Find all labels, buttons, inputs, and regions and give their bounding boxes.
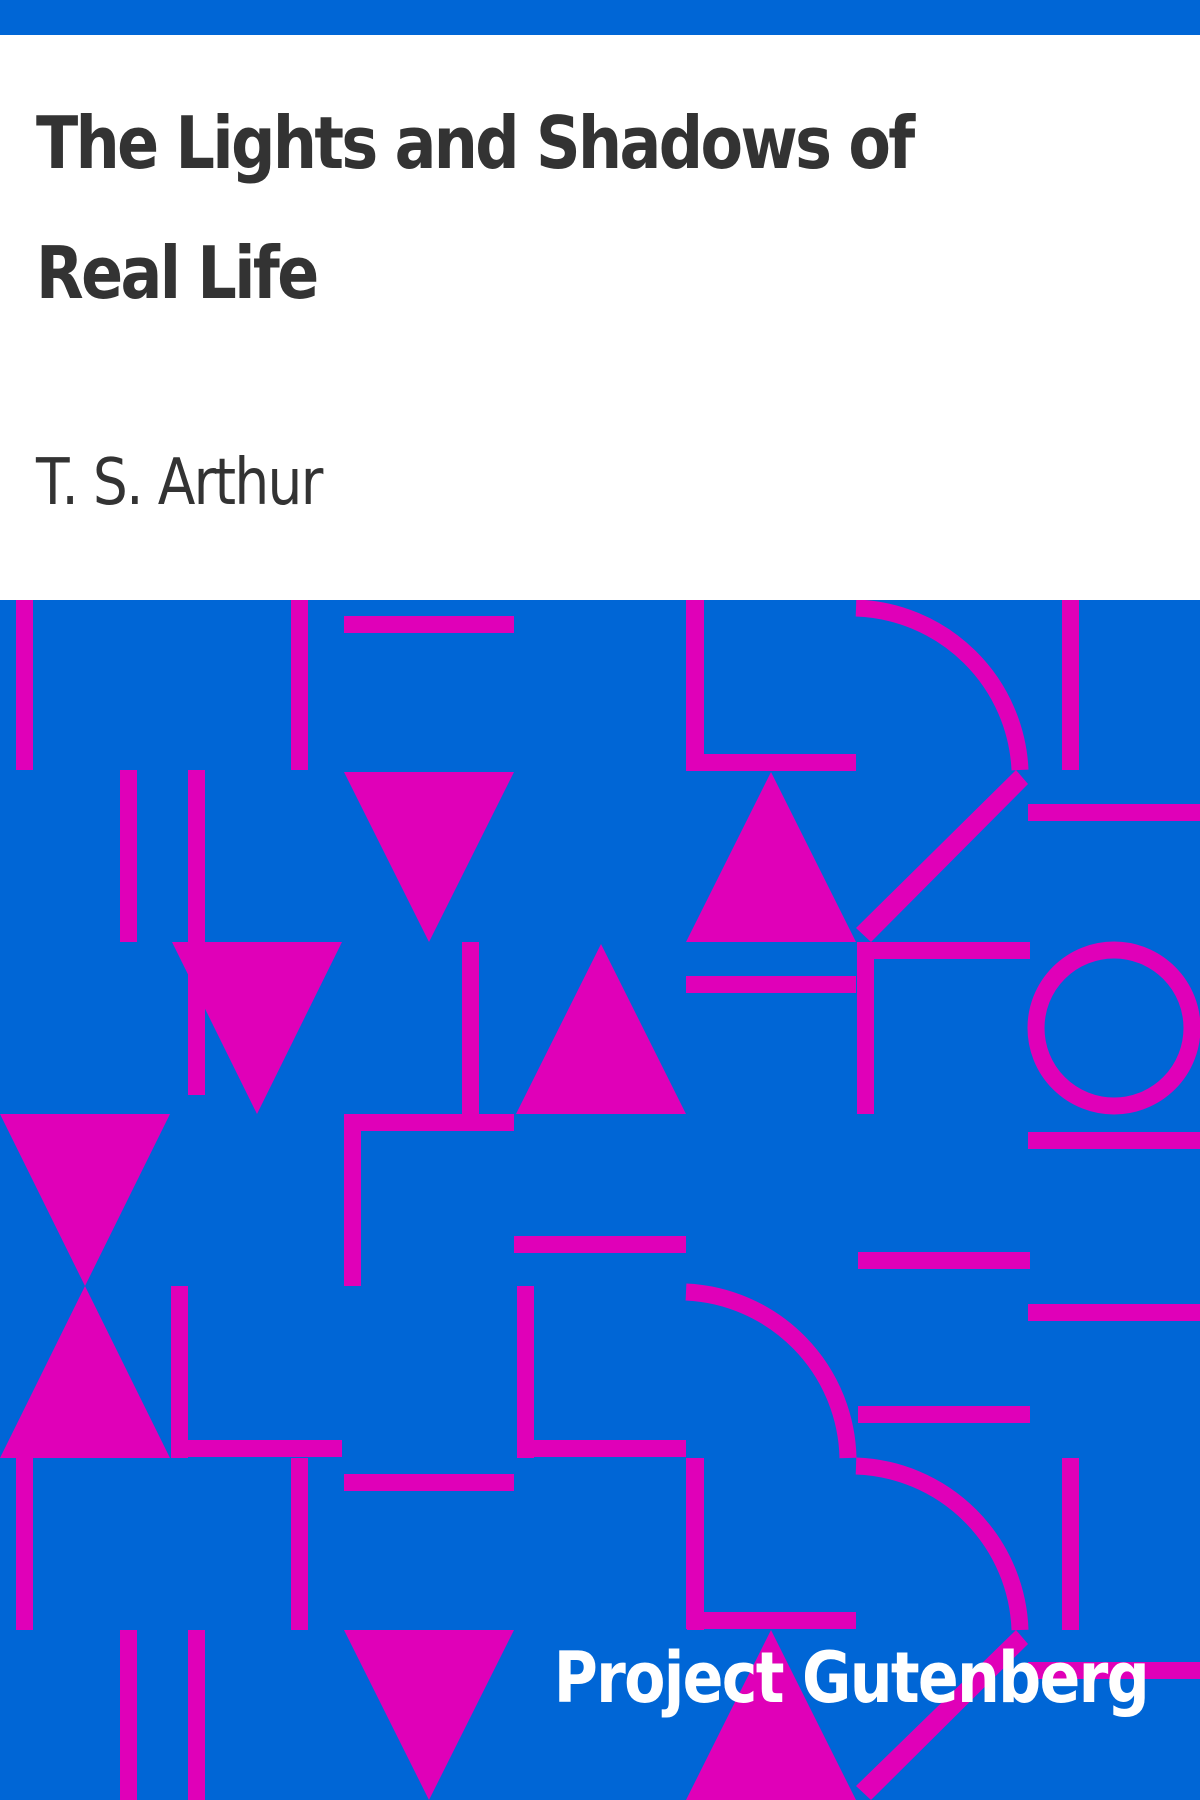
pattern-corner [344, 1114, 514, 1286]
pattern-bar [1062, 1458, 1079, 1630]
pattern-ring [1027, 941, 1200, 1115]
pattern-bar [462, 942, 479, 1114]
geometric-pattern [0, 600, 1200, 1800]
top-accent-bar [0, 0, 1200, 35]
pattern-corner [686, 1458, 856, 1629]
pattern-bar [291, 600, 308, 770]
pattern-arc [855, 1457, 1029, 1631]
pattern-bar [514, 1236, 686, 1253]
pattern-triangle [344, 772, 514, 942]
pattern-bar [858, 1406, 1030, 1423]
pattern-arc [685, 1283, 857, 1459]
pattern-bar [1028, 1132, 1200, 1149]
pattern-bar [858, 942, 1030, 959]
pattern-bar [857, 942, 874, 1114]
pattern-diagonal [856, 770, 1028, 942]
pattern-corner [517, 1286, 686, 1457]
pattern-bar [1028, 804, 1200, 821]
pattern-bar [686, 976, 856, 993]
pattern-triangle [344, 1630, 514, 1800]
pattern-bar [120, 1630, 137, 1800]
book-title: The Lights and Shadows of Real Life [36, 101, 915, 315]
pattern-bar [188, 770, 205, 942]
pattern-bar [120, 770, 137, 942]
pattern-bar [1028, 1304, 1200, 1321]
pattern-bar [344, 1474, 514, 1491]
pattern-bar [16, 1458, 33, 1630]
pattern-corner [171, 1286, 342, 1457]
pattern-triangle [0, 1286, 170, 1458]
pattern-bar [291, 1458, 308, 1630]
book-cover: The Lights and Shadows of Real Life T. S… [0, 0, 1200, 1800]
pattern-bar [1062, 600, 1079, 770]
pattern-arc [855, 600, 1029, 771]
pattern-bar [16, 600, 33, 770]
pattern-bar [858, 1252, 1030, 1269]
pattern-triangle [0, 1114, 170, 1286]
pattern-graphic [0, 600, 1200, 1800]
publisher-name: Project Gutenberg [553, 1637, 1150, 1719]
pattern-bar [344, 616, 514, 633]
pattern-bar [188, 1630, 205, 1800]
pattern-triangle [686, 772, 856, 942]
pattern-triangle [516, 944, 686, 1114]
book-author: T. S. Arthur [36, 446, 323, 520]
pattern-corner [686, 600, 856, 771]
